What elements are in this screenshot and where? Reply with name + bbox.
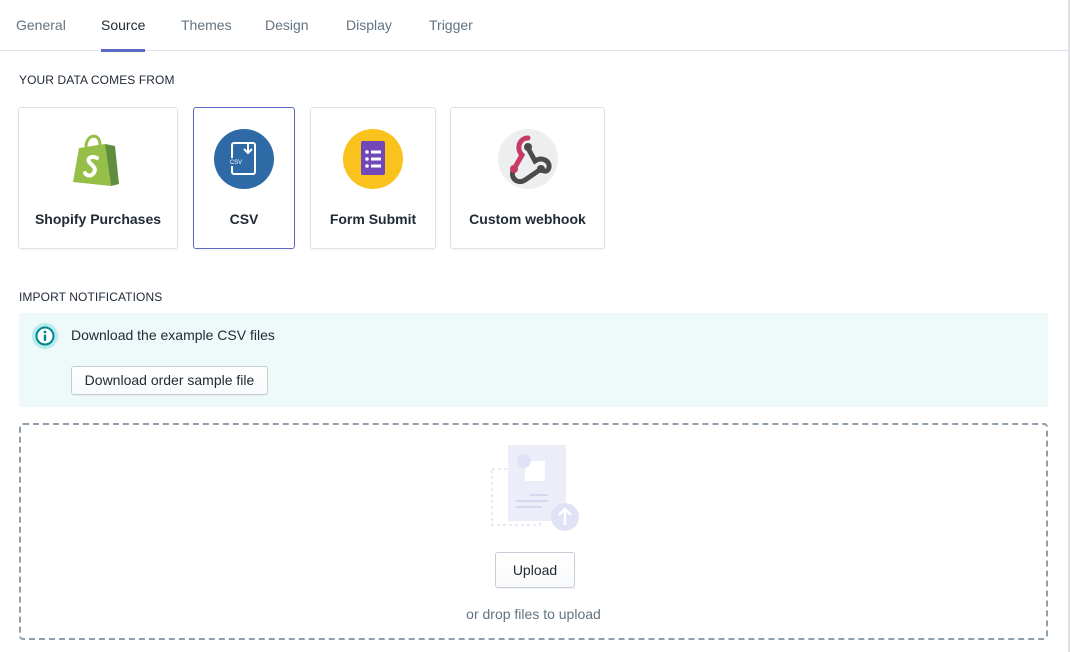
csv-file-icon: CSV — [214, 129, 274, 189]
webhook-icon — [497, 129, 558, 189]
tab-source[interactable]: Source — [101, 0, 146, 52]
source-card-webhook[interactable]: Custom webhook — [450, 107, 605, 249]
source-card-form-submit[interactable]: Form Submit — [310, 107, 436, 249]
download-sample-button[interactable]: Download order sample file — [71, 366, 268, 395]
source-card-label: Form Submit — [329, 211, 417, 227]
tab-display[interactable]: Display — [346, 0, 392, 51]
info-icon — [32, 323, 58, 349]
tab-design[interactable]: Design — [265, 0, 309, 51]
tab-themes[interactable]: Themes — [181, 0, 232, 51]
tab-trigger[interactable]: Trigger — [429, 0, 473, 51]
info-banner: Download the example CSV files Download … — [19, 313, 1048, 407]
import-heading: IMPORT NOTIFICATIONS — [19, 290, 163, 304]
google-forms-icon — [343, 129, 403, 189]
upload-button[interactable]: Upload — [495, 552, 575, 588]
source-heading: YOUR DATA COMES FROM — [19, 73, 175, 87]
drop-hint-text: or drop files to upload — [466, 606, 601, 622]
source-card-label: CSV — [229, 211, 259, 227]
file-upload-illustration-icon — [491, 445, 579, 531]
source-card-csv[interactable]: CSV CSV — [193, 107, 295, 249]
file-dropzone[interactable]: Upload or drop files to upload — [19, 423, 1048, 640]
source-card-label: Shopify Purchases — [34, 211, 162, 227]
svg-text:CSV: CSV — [230, 160, 242, 166]
shopify-bag-icon — [73, 134, 119, 186]
source-card-label: Custom webhook — [469, 211, 586, 227]
tab-bar: General Source Themes Design Display Tri… — [0, 0, 1068, 52]
tab-general[interactable]: General — [16, 0, 66, 51]
banner-message: Download the example CSV files — [71, 327, 275, 343]
source-card-shopify[interactable]: Shopify Purchases — [18, 107, 178, 249]
